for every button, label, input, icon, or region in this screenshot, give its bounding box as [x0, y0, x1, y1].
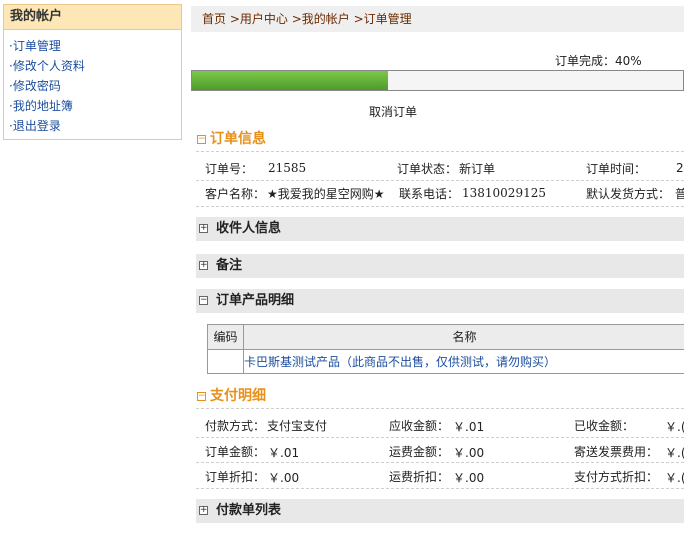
order-info-header[interactable]: − 订单信息 [197, 128, 266, 148]
product-detail-title: 订单产品明细 [216, 293, 295, 308]
payment-detail-title: 支付明细 [210, 388, 266, 404]
remark-section[interactable]: + 备注 [196, 254, 684, 278]
breadcrumb-separator: > [349, 12, 364, 26]
cancel-order-button[interactable]: 取消订单 [369, 103, 417, 120]
freight-discount-label: 运费折扣： [389, 470, 450, 484]
divider [196, 462, 684, 463]
payment-detail-header[interactable]: − 支付明细 [197, 385, 266, 405]
pay-method-discount-label: 支付方式折扣： [574, 470, 659, 484]
product-name-link[interactable]: 卡巴斯基测试产品（此商品不出售，仅供测试，请勿购买） [244, 353, 556, 370]
pay-method-label: 付款方式： [205, 419, 266, 433]
column-header-code: 编码 [208, 325, 243, 349]
expand-icon[interactable]: + [199, 506, 208, 515]
amount-due-label: 应收金额： [389, 419, 450, 433]
amount-received-label: 已收金额： [574, 419, 635, 433]
product-table: 编码 名称 卡巴斯基测试产品（此商品不出售，仅供测试，请勿购买） [207, 324, 684, 374]
freight-amount-value: ￥.00 [453, 446, 485, 460]
breadcrumb-separator: > [287, 12, 302, 26]
order-discount-value: ￥.00 [268, 471, 300, 485]
freight-discount-value: ￥.00 [453, 471, 485, 485]
order-progress-fill [192, 71, 389, 90]
freight-amount-label: 运费金额： [389, 445, 450, 459]
invoice-fee-value: ￥.( [665, 446, 684, 460]
phone-value: 13810029125 [462, 186, 546, 200]
receiver-info-section[interactable]: + 收件人信息 [196, 217, 684, 241]
divider [196, 151, 684, 152]
breadcrumb-home-link[interactable]: 首页 [202, 12, 226, 26]
customer-name-label: 客户名称： [205, 187, 266, 201]
sidebar-item-address-book[interactable]: ·我的地址簿 [9, 96, 181, 116]
payment-list-title: 付款单列表 [216, 503, 282, 518]
breadcrumb-order-management-link[interactable]: 订单管理 [364, 12, 412, 26]
column-header-name: 名称 [244, 325, 684, 349]
pay-method-value: 支付宝支付 [267, 419, 328, 433]
collapse-icon[interactable]: − [197, 134, 206, 144]
order-progress-bar [191, 70, 684, 91]
product-detail-section[interactable]: − 订单产品明细 [196, 289, 684, 313]
breadcrumb-my-account-link[interactable]: 我的帐户 [302, 12, 350, 26]
collapse-icon[interactable]: − [199, 296, 208, 305]
expand-icon[interactable]: + [199, 224, 208, 233]
expand-icon[interactable]: + [199, 261, 208, 270]
amount-due-value: ￥.01 [453, 420, 485, 434]
sidebar-item-edit-profile[interactable]: ·修改个人资料 [9, 56, 181, 76]
account-sidebar: 我的帐户 ·订单管理 ·修改个人资料 ·修改密码 ·我的地址簿 ·退出登录 [3, 4, 182, 140]
default-shipping-label: 默认发货方式： [586, 187, 671, 201]
divider [196, 408, 684, 409]
order-amount-label: 订单金额： [205, 445, 266, 459]
header-divider [208, 349, 684, 350]
sidebar-item-change-password[interactable]: ·修改密码 [9, 76, 181, 96]
receiver-info-title: 收件人信息 [216, 221, 282, 236]
order-info-title: 订单信息 [210, 131, 266, 147]
phone-label: 联系电话： [399, 187, 460, 201]
sidebar-item-logout[interactable]: ·退出登录 [9, 116, 181, 136]
divider [196, 206, 684, 207]
collapse-icon[interactable]: − [197, 391, 206, 401]
invoice-fee-label: 寄送发票费用： [574, 445, 659, 459]
breadcrumb: 首页 >用户中心 >我的帐户 >订单管理 [191, 6, 684, 32]
customer-name-value: ★我爱我的星空网购★ [267, 187, 385, 201]
order-number-value: 21585 [268, 161, 307, 175]
sidebar-item-order-management[interactable]: ·订单管理 [9, 36, 181, 56]
divider [196, 488, 684, 489]
pay-method-discount-value: ￥.( [665, 471, 684, 485]
order-number-label: 订单号： [205, 162, 254, 176]
remark-title: 备注 [216, 258, 243, 273]
default-shipping-value: 普 [675, 187, 684, 201]
divider [196, 437, 684, 438]
order-status-label: 订单状态： [397, 162, 458, 176]
order-discount-label: 订单折扣： [205, 470, 266, 484]
divider [196, 180, 684, 181]
order-status-value: 新订单 [459, 162, 496, 176]
amount-received-value: ￥.( [665, 420, 684, 434]
order-time-label: 订单时间： [586, 162, 647, 176]
order-progress-label: 订单完成：40% [555, 54, 642, 68]
order-amount-value: ￥.01 [268, 446, 300, 460]
order-time-value: 2 [676, 161, 684, 175]
breadcrumb-user-center-link[interactable]: 用户中心 [240, 12, 288, 26]
payment-list-section[interactable]: + 付款单列表 [196, 499, 684, 523]
sidebar-title: 我的帐户 [4, 5, 181, 30]
breadcrumb-separator: > [226, 12, 240, 26]
